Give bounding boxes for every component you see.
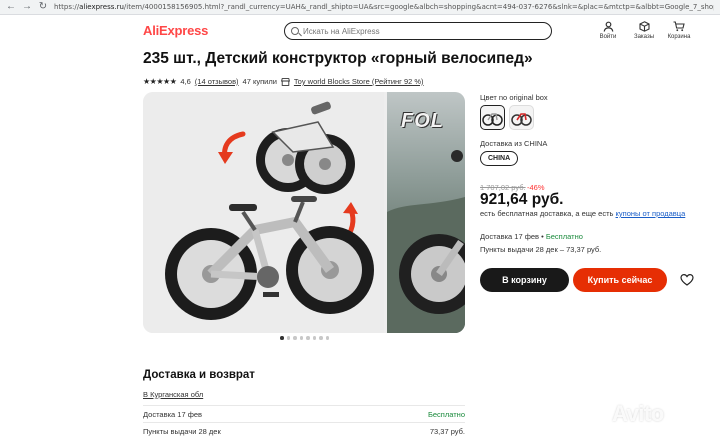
product-gallery[interactable]: FOL xyxy=(143,92,465,333)
site-header: AliExpress Войти Заказы Корзина xyxy=(0,15,720,47)
orders-box-icon xyxy=(629,20,659,32)
header-login[interactable]: Войти xyxy=(593,20,623,40)
color-option-red[interactable] xyxy=(509,105,534,130)
header-cart[interactable]: Корзина xyxy=(664,20,694,40)
delivery-row-value: Бесплатно xyxy=(427,410,465,419)
cart-icon xyxy=(664,20,694,32)
rating-value: 4,6 xyxy=(180,77,191,86)
pickup-points: Пункты выдачи 28 дек – 73,37 руб. xyxy=(480,245,602,254)
search-input[interactable] xyxy=(303,26,551,36)
header-orders[interactable]: Заказы xyxy=(629,20,659,40)
gallery-dot[interactable] xyxy=(280,336,284,340)
color-option-white[interactable] xyxy=(480,105,505,130)
search-icon[interactable] xyxy=(291,27,299,35)
gallery-dot[interactable] xyxy=(306,336,310,340)
ship-from-chip[interactable]: CHINA xyxy=(480,151,519,166)
rating-stars: ★★★★★ xyxy=(143,77,177,86)
gallery-dot[interactable] xyxy=(293,336,297,340)
gallery-dot[interactable] xyxy=(286,336,290,340)
shipping-note-text: есть бесплатная доставка, а еще есть xyxy=(480,209,614,218)
product-title: 235 шт., Детский конструктор «горный вел… xyxy=(143,50,533,67)
gallery-dot[interactable] xyxy=(319,336,323,340)
pickup-row: Пункты выдачи 28 дек 73,37 руб. xyxy=(143,422,465,436)
delivery-row: Доставка 17 фев Бесплатно xyxy=(143,405,465,419)
store-icon xyxy=(280,77,290,86)
reviews-link[interactable]: (14 отзывов) xyxy=(195,77,239,86)
browser-address-bar: ← → ↻ https://aliexpress.ru/item/4000158… xyxy=(0,0,720,15)
current-price: 921,64 руб. xyxy=(480,191,564,208)
add-to-cart-button[interactable]: В корзину xyxy=(480,268,569,292)
heart-icon[interactable] xyxy=(680,273,694,287)
back-arrow-icon[interactable]: ← xyxy=(6,2,16,12)
gallery-dot[interactable] xyxy=(312,336,316,340)
gallery-pagination[interactable] xyxy=(280,336,329,340)
delivery-date: Доставка 17 фев • Бесплатно xyxy=(480,232,583,241)
delivery-row-label: Доставка 17 фев xyxy=(143,410,203,419)
product-image-box[interactable]: FOL xyxy=(387,92,465,333)
reload-icon[interactable]: ↻ xyxy=(38,2,48,12)
gallery-dot[interactable] xyxy=(325,336,329,340)
delivery-section-title: Доставка и возврат xyxy=(143,369,255,381)
search-box[interactable] xyxy=(284,22,552,40)
ship-from-label: Доставка из CHINA xyxy=(480,139,548,148)
forward-arrow-icon[interactable]: → xyxy=(22,2,32,12)
shipping-note: есть бесплатная доставка, а еще есть куп… xyxy=(480,209,685,218)
user-icon xyxy=(593,20,623,32)
gallery-dot[interactable] xyxy=(299,336,303,340)
bought-count: 47 купили xyxy=(242,77,277,86)
avito-watermark: Avito xyxy=(612,401,664,426)
pickup-row-label: Пункты выдачи 28 дек xyxy=(143,427,221,436)
store-link[interactable]: Toy world Blocks Store (Рейтинг 92 %) xyxy=(294,77,424,86)
delivery-free: Бесплатно xyxy=(545,232,583,241)
orders-label: Заказы xyxy=(633,34,655,40)
product-image-bicycle[interactable] xyxy=(143,92,384,333)
region-link[interactable]: В Курганская обл xyxy=(143,390,203,399)
aliexpress-logo[interactable]: AliExpress xyxy=(143,23,208,38)
url-field[interactable]: https://aliexpress.ru/item/4000158156905… xyxy=(54,2,714,13)
coupons-link[interactable]: купоны от продавца xyxy=(616,209,686,218)
delivery-date-text: Доставка 17 фев xyxy=(480,232,540,241)
buy-now-button[interactable]: Купить сейчас xyxy=(573,268,667,292)
pickup-row-value: 73,37 руб. xyxy=(429,427,465,436)
login-label: Войти xyxy=(599,34,617,40)
product-meta: ★★★★★ 4,6 (14 отзывов) 47 купили Toy wor… xyxy=(143,76,424,87)
delivery-separator: • xyxy=(539,232,546,241)
cart-label: Корзина xyxy=(667,34,691,40)
color-label: Цвет no original box xyxy=(480,93,548,102)
